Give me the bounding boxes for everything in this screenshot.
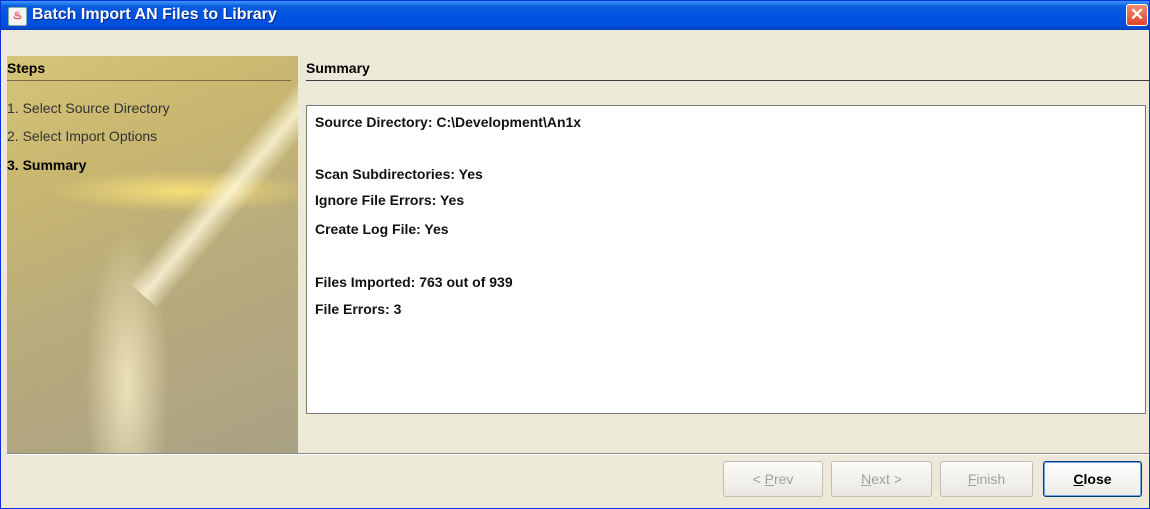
step-select-import-options: 2. Select Import Options: [7, 128, 158, 144]
next-mnemonic: N: [861, 471, 872, 487]
prev-label-suffix: rev: [773, 471, 794, 487]
steps-title: Steps: [7, 60, 46, 76]
summary-text-area[interactable]: Source Directory: C:\Development\An1x Sc…: [306, 105, 1146, 414]
close-label-suffix: lose: [1083, 471, 1112, 487]
next-label-suffix: ext >: [871, 471, 902, 487]
page-title: Summary: [306, 60, 370, 76]
footer-divider-highlight: [7, 454, 1149, 455]
close-button[interactable]: Close: [1043, 461, 1142, 497]
title-divider: [306, 80, 1149, 81]
prev-label-prefix: <: [752, 471, 765, 487]
summary-file-errors: File Errors: 3: [315, 301, 402, 317]
close-icon: ✕: [1129, 5, 1145, 24]
summary-files-imported: Files Imported: 763 out of 939: [315, 274, 513, 290]
prev-mnemonic: P: [764, 471, 774, 487]
decorative-streak: [128, 83, 298, 309]
title-bar[interactable]: ♨ Batch Import AN Files to Library ✕: [1, 1, 1149, 30]
close-mnemonic: C: [1073, 471, 1084, 487]
finish-button[interactable]: Finish: [940, 461, 1033, 497]
close-window-button[interactable]: ✕: [1126, 4, 1148, 26]
summary-source-directory: Source Directory: C:\Development\An1x: [315, 114, 582, 130]
step-summary: 3. Summary: [7, 157, 87, 173]
finish-label-suffix: inish: [976, 471, 1006, 487]
summary-create-log-file: Create Log File: Yes: [315, 221, 449, 237]
dialog-window: ♨ Batch Import AN Files to Library ✕ Ste…: [0, 0, 1150, 509]
java-coffee-cup-icon: ♨: [8, 7, 27, 26]
step-select-source-directory: 1. Select Source Directory: [7, 100, 170, 116]
steps-divider: [7, 80, 291, 81]
prev-button[interactable]: < Prev: [723, 461, 823, 497]
summary-ignore-file-errors: Ignore File Errors: Yes: [315, 192, 465, 208]
next-button[interactable]: Next >: [831, 461, 932, 497]
summary-scan-subdirectories: Scan Subdirectories: Yes: [315, 166, 483, 182]
window-title: Batch Import AN Files to Library: [32, 6, 277, 23]
